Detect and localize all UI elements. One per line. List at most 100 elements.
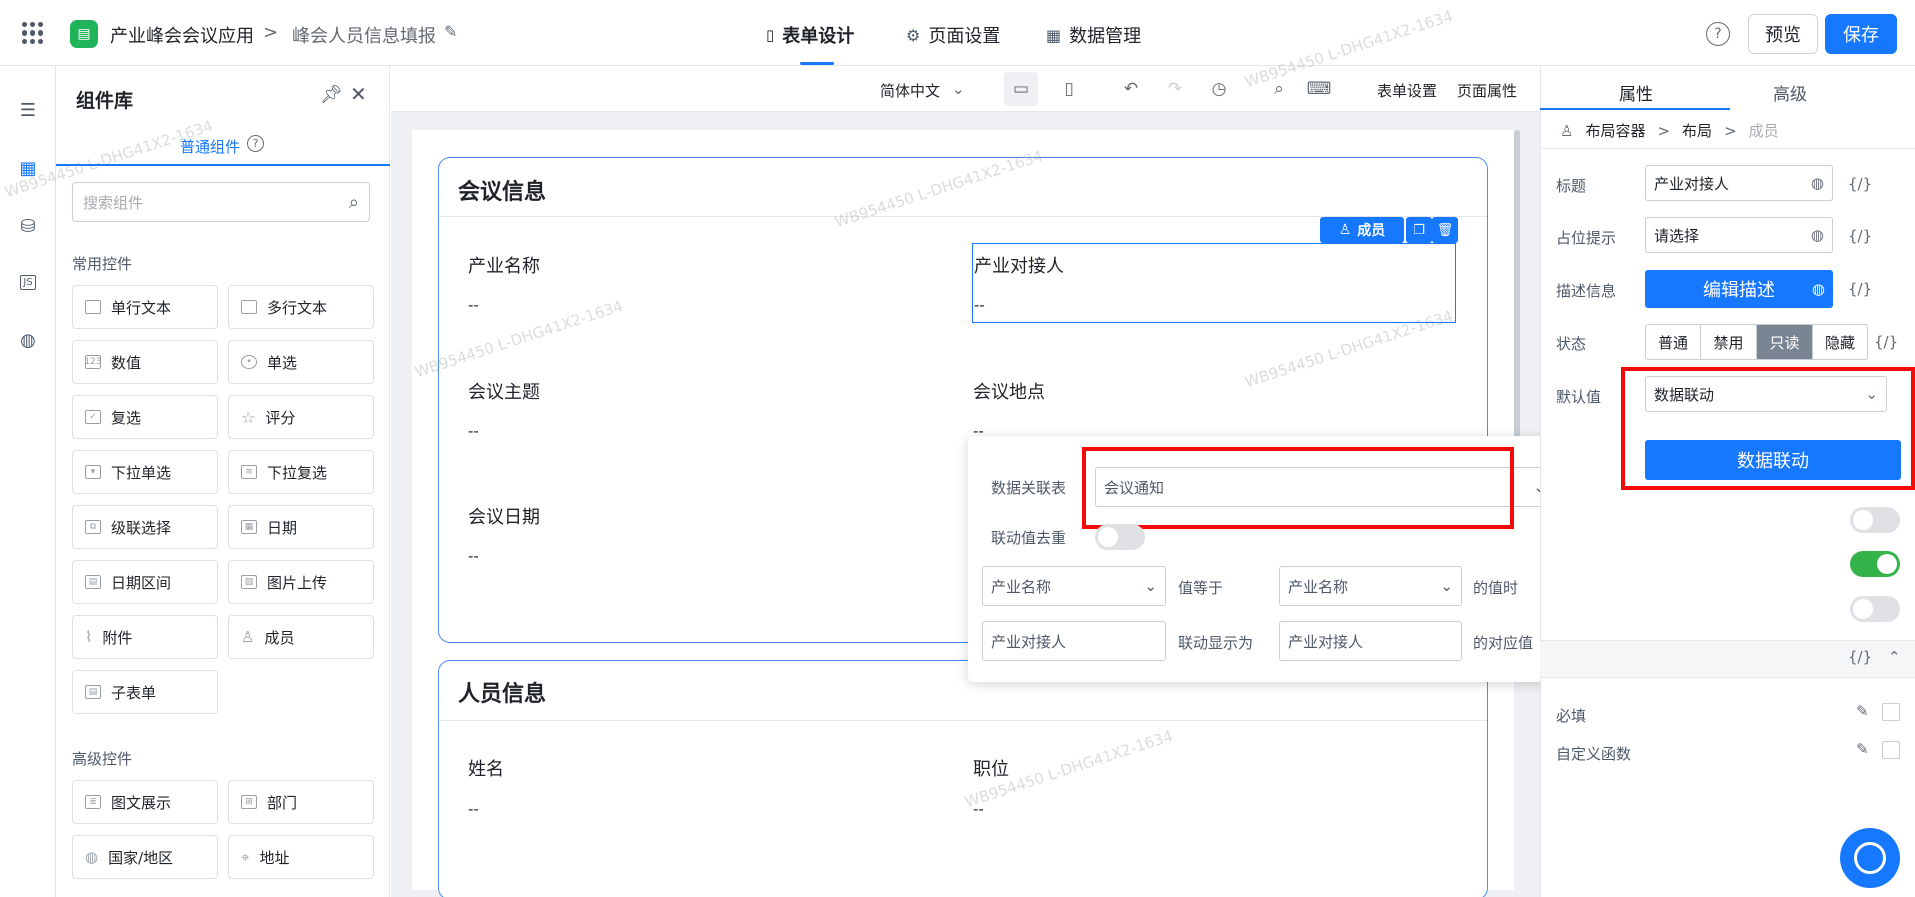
comp-date[interactable]: ▦ 日期: [228, 505, 374, 549]
globe-icon[interactable]: ◍: [1811, 226, 1824, 244]
comp-department[interactable]: ⊞ 部门: [228, 780, 374, 824]
globe-small-icon: ◍: [85, 848, 99, 866]
apps-grid-icon[interactable]: [22, 22, 44, 44]
undo-icon[interactable]: ↶: [1118, 76, 1144, 102]
help-icon[interactable]: ?: [1706, 22, 1730, 46]
js-icon[interactable]: JS: [14, 268, 42, 296]
formula-icon[interactable]: {/}: [1848, 648, 1872, 666]
comp-dropdown-single[interactable]: ▾ 下拉单选: [72, 450, 218, 494]
comp-subform[interactable]: ▤ 子表单: [72, 670, 218, 714]
linked-table-label: 数据关联表: [991, 479, 1067, 497]
condition-operator: 值等于: [1178, 579, 1224, 597]
breadcrumb-item[interactable]: 布局: [1682, 120, 1712, 141]
description-label: 描述信息: [1556, 282, 1617, 300]
status-disabled[interactable]: 禁用: [1700, 324, 1757, 360]
edit-icon[interactable]: ✎: [1856, 740, 1869, 758]
comp-dropdown-multi[interactable]: ≡ 下拉复选: [228, 450, 374, 494]
comp-label: 图文展示: [111, 793, 172, 812]
placeholder-input[interactable]: 请选择 ◍: [1645, 217, 1833, 253]
setting-toggle-1[interactable]: [1850, 507, 1900, 533]
dedupe-toggle[interactable]: [1095, 524, 1145, 550]
chevron-up-icon[interactable]: ⌃: [1888, 648, 1901, 666]
display-field-input[interactable]: 产业对接人: [982, 621, 1166, 661]
component-search-input[interactable]: 搜索组件 ⌕: [72, 182, 370, 222]
tab-data-management[interactable]: ▦ 数据管理: [1046, 22, 1141, 48]
field-value: --: [468, 422, 479, 440]
form-name[interactable]: 峰会人员信息填报: [292, 22, 436, 48]
status-readonly[interactable]: 只读: [1756, 324, 1813, 360]
custom-function-checkbox[interactable]: [1882, 741, 1900, 759]
comp-single-line-text[interactable]: 单行文本: [72, 285, 218, 329]
panel-title: 组件库: [76, 90, 134, 112]
app-name[interactable]: 产业峰会会议应用: [110, 22, 254, 48]
pin-icon[interactable]: 📌︎: [320, 84, 343, 105]
divider: [1540, 148, 1915, 149]
chevron-down-icon: ⌄: [1144, 577, 1157, 595]
condition-field-select[interactable]: 产业名称 ⌄: [982, 566, 1166, 606]
close-icon[interactable]: ✕: [350, 82, 367, 106]
status-label: 状态: [1556, 335, 1587, 353]
headset-icon: [1854, 842, 1886, 874]
redo-icon[interactable]: ↷: [1162, 76, 1188, 102]
database-icon[interactable]: ⛁: [14, 212, 42, 240]
comp-multi-line-text[interactable]: 多行文本: [228, 285, 374, 329]
keyboard-icon[interactable]: ⌨: [1306, 76, 1332, 102]
setting-toggle-3[interactable]: [1850, 596, 1900, 622]
delete-icon[interactable]: 🗑︎: [1432, 217, 1458, 243]
comp-label: 国家/地区: [108, 848, 174, 867]
tab-page-settings[interactable]: ⚙ 页面设置: [906, 22, 1000, 48]
tab-properties[interactable]: 属性: [1619, 80, 1653, 105]
breadcrumb-item: 成员: [1748, 122, 1779, 140]
comp-date-range[interactable]: ▤ 日期区间: [72, 560, 218, 604]
text-field-icon: [85, 300, 101, 314]
history-icon[interactable]: ◷: [1206, 76, 1232, 102]
comp-rich-display[interactable]: ≣ 图文展示: [72, 780, 218, 824]
tab-form-design[interactable]: ▯ 表单设计: [766, 22, 854, 48]
formula-icon[interactable]: {/}: [1848, 227, 1872, 245]
comp-number[interactable]: 123 数值: [72, 340, 218, 384]
status-hidden[interactable]: 隐藏: [1812, 324, 1868, 360]
page-props-link[interactable]: 页面属性: [1457, 80, 1517, 101]
comp-member[interactable]: ♙ 成员: [228, 615, 374, 659]
edit-description-button[interactable]: 编辑描述 ◍: [1645, 270, 1833, 308]
comp-label: 地址: [259, 848, 290, 867]
question-icon[interactable]: ?: [247, 135, 264, 152]
formula-icon[interactable]: {/}: [1848, 175, 1872, 193]
formula-icon[interactable]: {/}: [1848, 280, 1872, 298]
language-label: 简体中文: [880, 82, 941, 100]
comp-checkbox[interactable]: ✓ 复选: [72, 395, 218, 439]
form-settings-link[interactable]: 表单设置: [1377, 80, 1437, 101]
formula-icon[interactable]: {/}: [1874, 333, 1898, 351]
required-checkbox[interactable]: [1882, 703, 1900, 721]
comp-address[interactable]: ⌖ 地址: [228, 835, 374, 879]
edit-icon[interactable]: ✎: [1856, 702, 1869, 720]
breadcrumb-item[interactable]: 布局容器: [1585, 120, 1645, 141]
preview-button[interactable]: 预览: [1748, 14, 1818, 54]
comp-attachment[interactable]: ⌇ 附件: [72, 615, 218, 659]
comp-cascade[interactable]: ⧉ 级联选择: [72, 505, 218, 549]
outline-icon[interactable]: ☰: [14, 96, 42, 124]
setting-toggle-2[interactable]: [1850, 551, 1900, 577]
globe-icon[interactable]: ◍: [14, 326, 42, 354]
section-personnel-info[interactable]: [438, 660, 1488, 897]
status-normal[interactable]: 普通: [1645, 324, 1701, 360]
save-button[interactable]: 保存: [1825, 14, 1897, 54]
title-input[interactable]: 产业对接人 ◍: [1645, 165, 1833, 201]
display-target-input[interactable]: 产业对接人: [1279, 621, 1462, 661]
support-chat-button[interactable]: [1840, 828, 1900, 888]
condition-target-select[interactable]: 产业名称 ⌄: [1279, 566, 1462, 606]
comp-radio[interactable]: • 单选: [228, 340, 374, 384]
language-select[interactable]: 简体中文 ⌄: [880, 80, 965, 101]
comp-country[interactable]: ◍ 国家/地区: [72, 835, 218, 879]
field-label: 职位: [973, 759, 1009, 780]
comp-image-upload[interactable]: ▨ 图片上传: [228, 560, 374, 604]
globe-icon[interactable]: ◍: [1811, 174, 1824, 192]
desktop-icon[interactable]: ▭: [1004, 72, 1038, 106]
canvas-scrollbar[interactable]: [1514, 130, 1520, 440]
member-tag[interactable]: ♙ 成员: [1320, 217, 1404, 243]
edit-icon[interactable]: ✎: [444, 22, 457, 41]
copy-icon[interactable]: ❐: [1406, 217, 1432, 243]
mobile-icon[interactable]: ▯: [1056, 76, 1082, 102]
comp-rating[interactable]: ☆ 评分: [228, 395, 374, 439]
tab-advanced[interactable]: 高级: [1773, 80, 1807, 105]
